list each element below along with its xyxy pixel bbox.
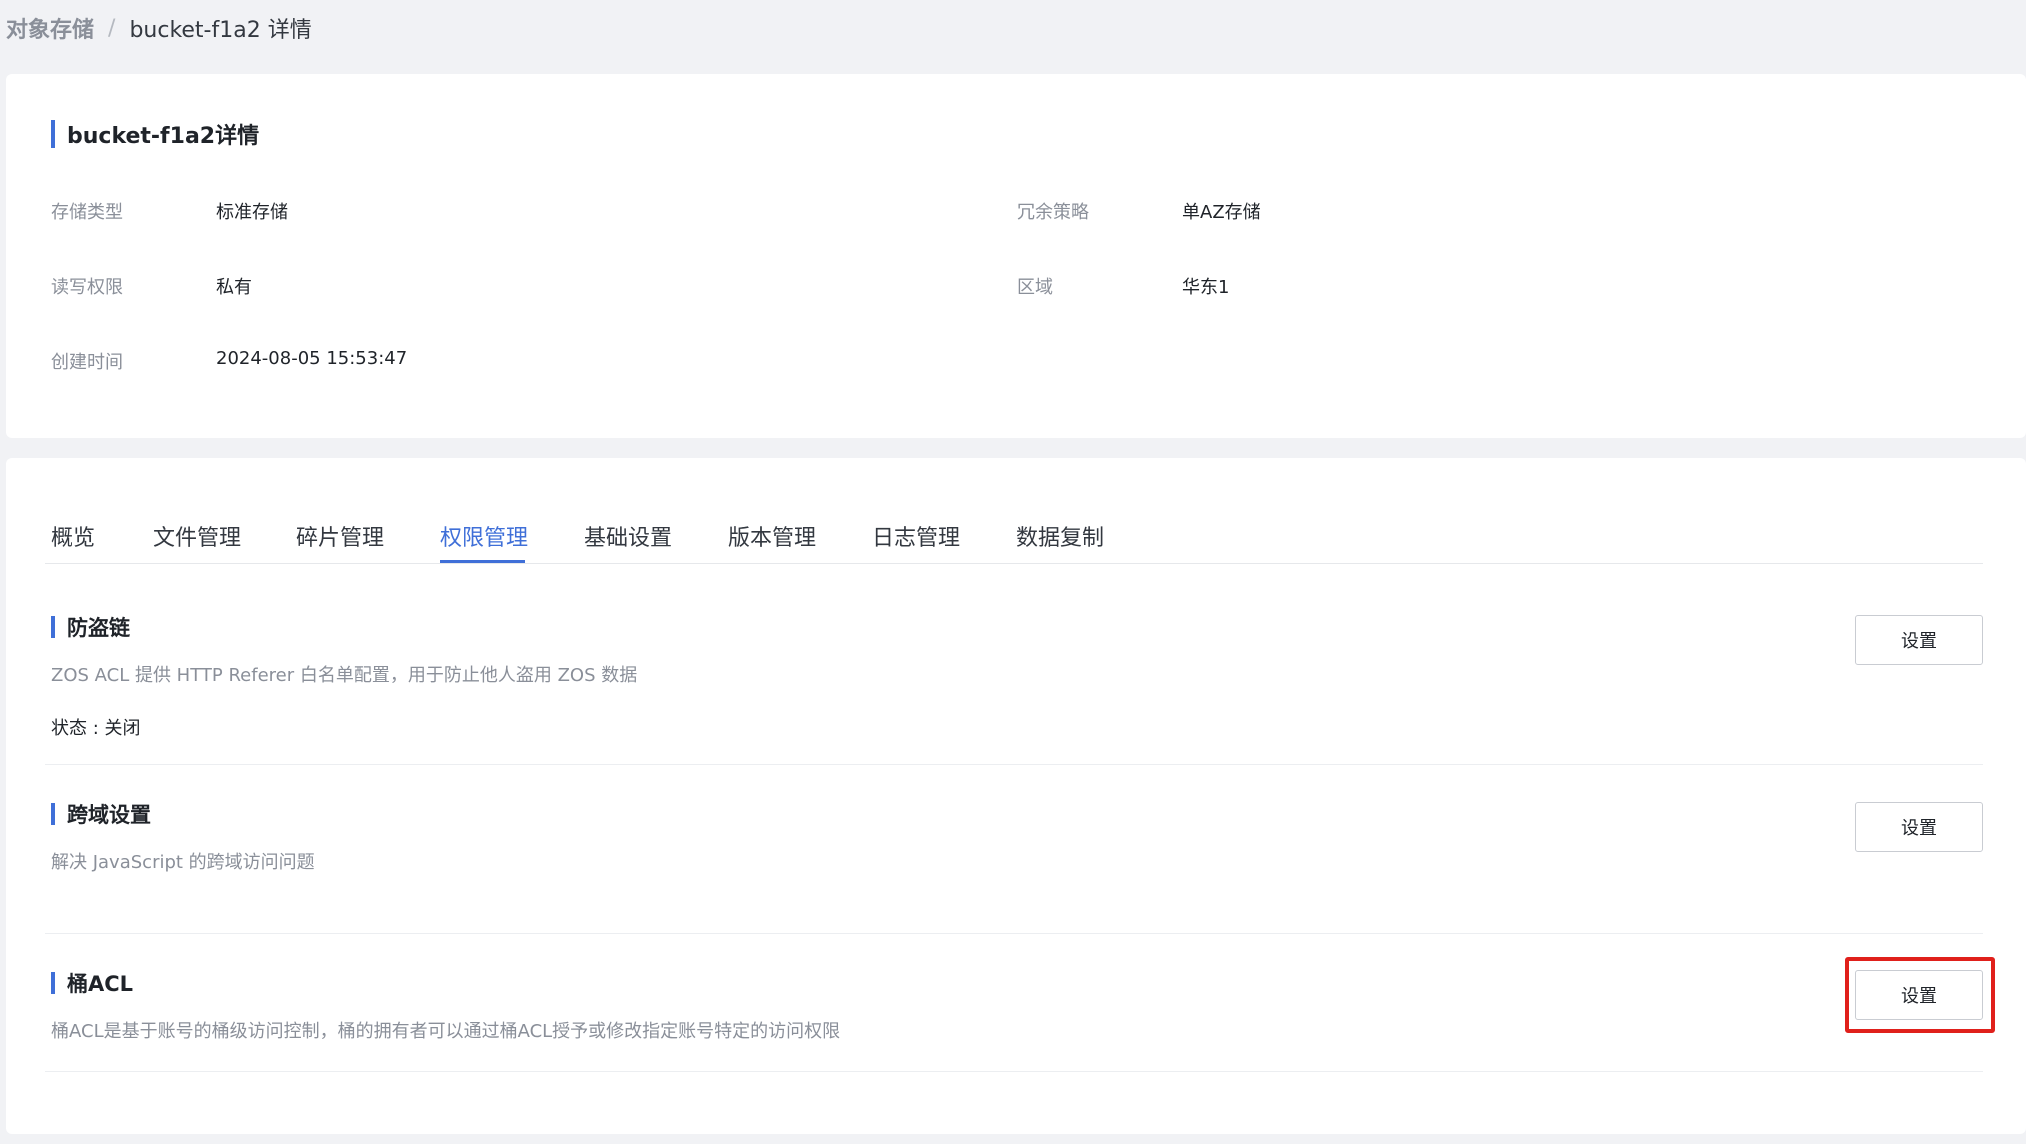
tab-bar: 概览 文件管理 碎片管理 权限管理 基础设置 版本管理 日志管理 数据复制: [45, 502, 1983, 564]
redundancy-value: 单AZ存储: [1182, 202, 1261, 223]
section-divider: [45, 933, 1983, 934]
acl-value: 私有: [216, 277, 252, 298]
active-tab-underline: [440, 560, 525, 563]
cors-accent-bar: [51, 803, 55, 825]
section-divider: [45, 1071, 1983, 1072]
cors-section-title: 跨域设置: [51, 799, 151, 829]
hotlink-title-text: 防盗链: [67, 616, 130, 640]
section-divider: [45, 764, 1983, 765]
breadcrumb-current: bucket-f1a2 详情: [129, 18, 312, 43]
bucket-info-title-text: bucket-f1a2详情: [67, 124, 260, 149]
bucket-info-card: [6, 74, 2026, 438]
created-time-label: 创建时间: [51, 352, 123, 373]
cors-description: 解决 JavaScript 的跨域访问问题: [51, 852, 315, 873]
redundancy-label: 冗余策略: [1017, 202, 1089, 223]
cors-settings-button[interactable]: 设置: [1855, 802, 1983, 852]
breadcrumb-separator: /: [108, 15, 116, 41]
cors-title-text: 跨域设置: [67, 803, 151, 827]
bucket-acl-accent-bar: [51, 972, 55, 994]
highlight-box: [1845, 957, 1995, 1033]
bucket-acl-title-text: 桶ACL: [67, 972, 134, 996]
tab-fragment-management[interactable]: 碎片管理: [296, 520, 384, 552]
bucket-info-title: bucket-f1a2详情: [51, 118, 259, 150]
region-value: 华东1: [1182, 277, 1230, 298]
bucket-acl-section-title: 桶ACL: [51, 968, 133, 998]
hotlink-settings-button[interactable]: 设置: [1855, 615, 1983, 665]
title-accent-bar: [51, 120, 55, 148]
tab-data-replication[interactable]: 数据复制: [1016, 520, 1104, 552]
tab-basic-settings[interactable]: 基础设置: [584, 520, 672, 552]
hotlink-status: 状态 : 关闭: [51, 718, 141, 739]
tab-permission-management[interactable]: 权限管理: [440, 520, 528, 552]
created-time-value: 2024-08-05 15:53:47: [216, 348, 408, 369]
hotlink-accent-bar: [51, 616, 55, 638]
storage-type-label: 存储类型: [51, 202, 123, 223]
hotlink-description: ZOS ACL 提供 HTTP Referer 白名单配置，用于防止他人盗用 Z…: [51, 665, 638, 686]
tab-file-management[interactable]: 文件管理: [153, 520, 241, 552]
tab-overview[interactable]: 概览: [51, 520, 95, 552]
region-label: 区域: [1017, 277, 1053, 298]
hotlink-section-title: 防盗链: [51, 612, 130, 642]
acl-label: 读写权限: [51, 277, 123, 298]
tab-version-management[interactable]: 版本管理: [728, 520, 816, 552]
breadcrumb: 对象存储 / bucket-f1a2 详情: [6, 12, 312, 44]
bucket-acl-description: 桶ACL是基于账号的桶级访问控制，桶的拥有者可以通过桶ACL授予或修改指定账号特…: [51, 1021, 841, 1042]
breadcrumb-root-link[interactable]: 对象存储: [6, 12, 94, 44]
storage-type-value: 标准存储: [216, 202, 288, 223]
tab-log-management[interactable]: 日志管理: [872, 520, 960, 552]
